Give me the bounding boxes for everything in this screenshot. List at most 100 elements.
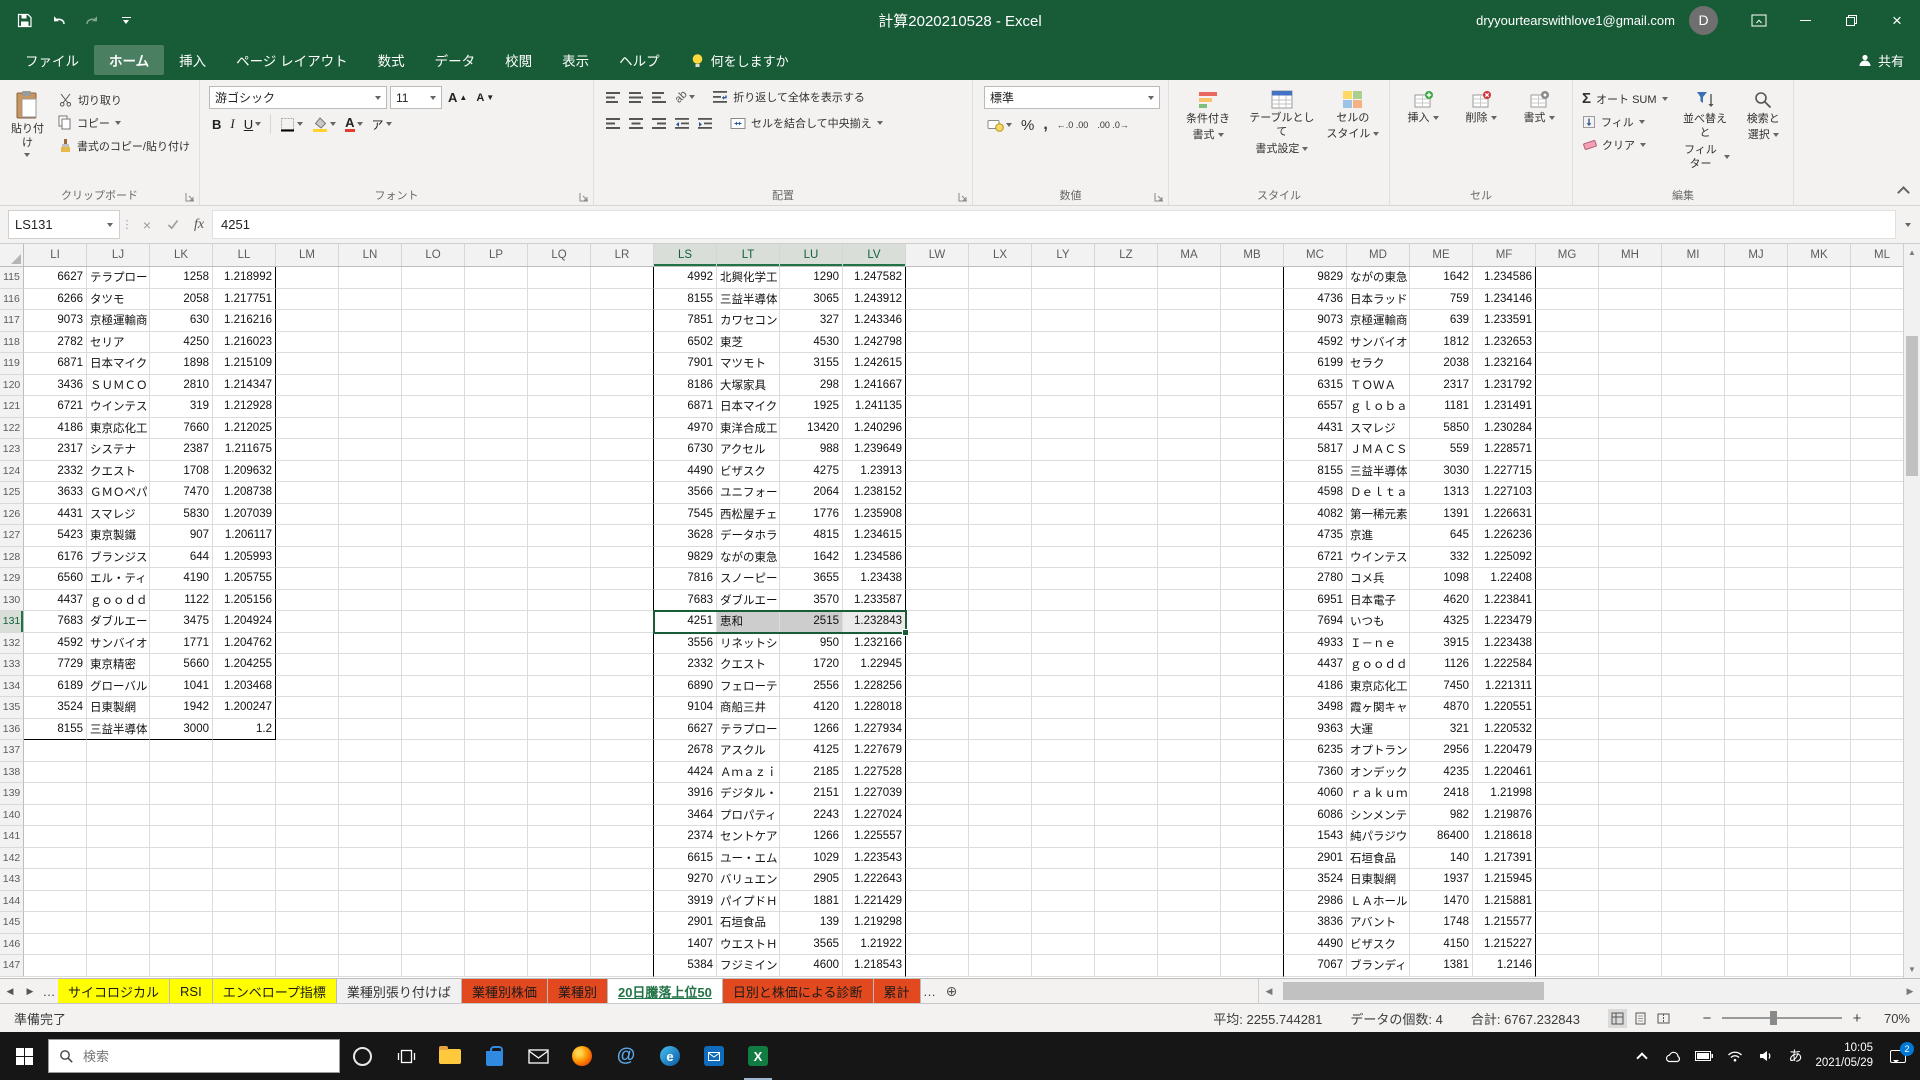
align-center-button[interactable]	[626, 112, 646, 134]
cell-LR127[interactable]	[591, 525, 654, 547]
cell-LT140[interactable]: プロパティ	[717, 805, 780, 827]
cell-LN140[interactable]	[339, 805, 402, 827]
find-select-button[interactable]: 検索と 選択	[1738, 85, 1788, 186]
cell-MJ139[interactable]	[1725, 783, 1788, 805]
cell-MJ122[interactable]	[1725, 418, 1788, 440]
cell-LR124[interactable]	[591, 461, 654, 483]
row-header-130[interactable]: 130	[0, 590, 24, 612]
cell-MJ128[interactable]	[1725, 547, 1788, 569]
cell-LP136[interactable]	[465, 719, 528, 741]
cell-LM117[interactable]	[276, 310, 339, 332]
cell-LM130[interactable]	[276, 590, 339, 612]
cell-MA143[interactable]	[1158, 869, 1221, 891]
cell-LQ143[interactable]	[528, 869, 591, 891]
column-header-ME[interactable]: ME	[1410, 244, 1473, 266]
cell-LW146[interactable]	[906, 934, 969, 956]
scroll-right-icon[interactable]: ▶	[1900, 986, 1920, 997]
restore-button[interactable]	[1828, 0, 1874, 40]
cell-LR129[interactable]	[591, 568, 654, 590]
cell-LS136[interactable]: 6627	[654, 719, 717, 741]
collapse-ribbon-icon[interactable]	[1897, 186, 1910, 199]
cell-MI137[interactable]	[1662, 740, 1725, 762]
cell-MB146[interactable]	[1221, 934, 1284, 956]
cell-MH132[interactable]	[1599, 633, 1662, 655]
cell-LJ138[interactable]	[87, 762, 150, 784]
cell-MB136[interactable]	[1221, 719, 1284, 741]
cell-MH137[interactable]	[1599, 740, 1662, 762]
cell-MH136[interactable]	[1599, 719, 1662, 741]
cell-MH121[interactable]	[1599, 396, 1662, 418]
cell-MG121[interactable]	[1536, 396, 1599, 418]
cell-LU119[interactable]: 3155	[780, 353, 843, 375]
cell-MI142[interactable]	[1662, 848, 1725, 870]
battery-button[interactable]	[1695, 1051, 1713, 1061]
cell-LI135[interactable]: 3524	[24, 697, 87, 719]
cell-MD140[interactable]: シンメンテ	[1347, 805, 1410, 827]
cell-MC119[interactable]: 6199	[1284, 353, 1347, 375]
cell-LN133[interactable]	[339, 654, 402, 676]
cell-LQ147[interactable]	[528, 955, 591, 977]
cell-MB139[interactable]	[1221, 783, 1284, 805]
page-break-view-button[interactable]	[1654, 1009, 1673, 1028]
cell-LZ147[interactable]	[1095, 955, 1158, 977]
cell-ME119[interactable]: 2038	[1410, 353, 1473, 375]
cell-LJ117[interactable]: 京極運輸商	[87, 310, 150, 332]
cell-LN147[interactable]	[339, 955, 402, 977]
cell-MH134[interactable]	[1599, 676, 1662, 698]
cell-LU125[interactable]: 2064	[780, 482, 843, 504]
cell-ML117[interactable]	[1851, 310, 1903, 332]
cell-MI128[interactable]	[1662, 547, 1725, 569]
minimize-button[interactable]	[1782, 0, 1828, 40]
cell-LK136[interactable]: 3000	[150, 719, 213, 741]
cell-MC130[interactable]: 6951	[1284, 590, 1347, 612]
cell-LO131[interactable]	[402, 611, 465, 633]
cell-LQ137[interactable]	[528, 740, 591, 762]
enter-button[interactable]	[160, 206, 186, 243]
action-center-button[interactable]: 2	[1886, 1044, 1910, 1068]
cell-LV143[interactable]: 1.222643	[843, 869, 906, 891]
cell-MK133[interactable]	[1788, 654, 1851, 676]
cell-ML139[interactable]	[1851, 783, 1903, 805]
column-header-MA[interactable]: MA	[1158, 244, 1221, 266]
cell-MH115[interactable]	[1599, 267, 1662, 289]
cell-LP123[interactable]	[465, 439, 528, 461]
cell-MH129[interactable]	[1599, 568, 1662, 590]
row-header-120[interactable]: 120	[0, 375, 24, 397]
cell-LU136[interactable]: 1266	[780, 719, 843, 741]
cell-MI140[interactable]	[1662, 805, 1725, 827]
cell-LY141[interactable]	[1032, 826, 1095, 848]
cell-MI123[interactable]	[1662, 439, 1725, 461]
cell-LJ136[interactable]: 三益半導体	[87, 719, 150, 741]
cell-MG122[interactable]	[1536, 418, 1599, 440]
cell-MD143[interactable]: 日東製網	[1347, 869, 1410, 891]
cell-LY123[interactable]	[1032, 439, 1095, 461]
cell-MF124[interactable]: 1.227715	[1473, 461, 1536, 483]
row-header-131[interactable]: 131	[0, 611, 24, 633]
cell-ML136[interactable]	[1851, 719, 1903, 741]
column-header-LZ[interactable]: LZ	[1095, 244, 1158, 266]
orientation-button[interactable]: ab	[672, 86, 698, 108]
cell-MC140[interactable]: 6086	[1284, 805, 1347, 827]
column-header-MF[interactable]: MF	[1473, 244, 1536, 266]
cell-ML143[interactable]	[1851, 869, 1903, 891]
cell-MK144[interactable]	[1788, 891, 1851, 913]
cell-LY136[interactable]	[1032, 719, 1095, 741]
cell-MF128[interactable]: 1.225092	[1473, 547, 1536, 569]
cell-LQ127[interactable]	[528, 525, 591, 547]
zoom-in-button[interactable]: +	[1851, 1010, 1863, 1027]
cell-MG126[interactable]	[1536, 504, 1599, 526]
cell-LJ137[interactable]	[87, 740, 150, 762]
cell-LN145[interactable]	[339, 912, 402, 934]
cell-LW141[interactable]	[906, 826, 969, 848]
cell-LP119[interactable]	[465, 353, 528, 375]
cell-LR126[interactable]	[591, 504, 654, 526]
cell-LX146[interactable]	[969, 934, 1032, 956]
cell-MI124[interactable]	[1662, 461, 1725, 483]
cell-ME147[interactable]: 1381	[1410, 955, 1473, 977]
cell-LV123[interactable]: 1.239649	[843, 439, 906, 461]
increase-indent-button[interactable]	[695, 112, 715, 134]
cell-LR140[interactable]	[591, 805, 654, 827]
taskbar-search[interactable]	[48, 1039, 340, 1073]
cell-MI135[interactable]	[1662, 697, 1725, 719]
cell-ME142[interactable]: 140	[1410, 848, 1473, 870]
